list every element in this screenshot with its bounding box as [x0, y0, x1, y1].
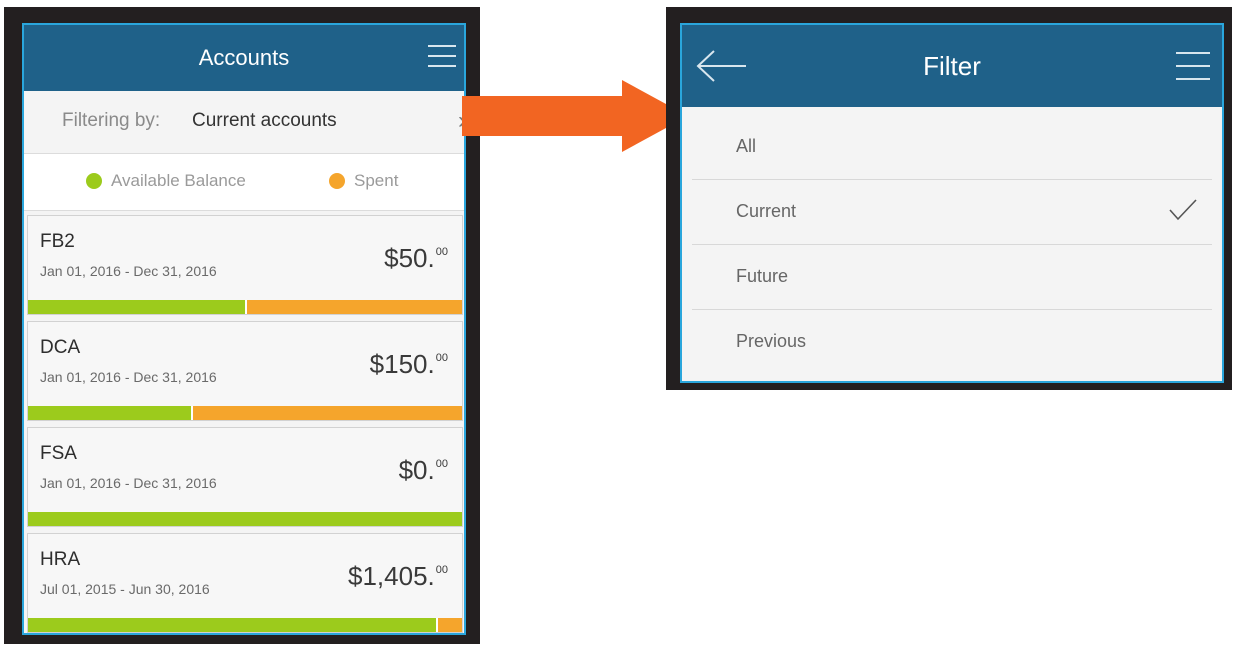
balance-bar	[28, 406, 462, 420]
spent-dot-icon	[329, 173, 345, 189]
account-name: HRA	[40, 549, 81, 570]
filter-screen: Filter All Current Future Previous	[680, 23, 1224, 383]
spent-segment	[190, 406, 462, 420]
filter-options: All Current Future Previous	[692, 115, 1212, 374]
spent-segment	[245, 300, 462, 314]
account-amount: $0.00	[398, 455, 448, 485]
accounts-nav-bar: Accounts	[24, 25, 464, 91]
legend-spent-label: Spent	[354, 171, 399, 190]
account-amount: $150.00	[369, 349, 448, 379]
available-dot-icon	[86, 173, 102, 189]
available-segment	[28, 512, 462, 526]
legend-spent: Spent	[329, 171, 398, 191]
accounts-screen: Accounts Filtering by: Current accounts …	[22, 23, 466, 635]
account-dates: Jul 01, 2015 - Jun 30, 2016	[40, 581, 210, 597]
balance-bar	[28, 300, 462, 314]
filter-option-label: Previous	[736, 331, 807, 351]
filter-nav-bar: Filter	[682, 25, 1222, 107]
account-amount: $50.00	[384, 243, 448, 273]
filter-option-future[interactable]: Future	[692, 245, 1212, 310]
balance-bar	[28, 512, 462, 526]
spent-segment	[435, 618, 462, 632]
account-dates: Jan 01, 2016 - Dec 31, 2016	[40, 475, 217, 491]
balance-bar	[28, 618, 462, 632]
account-card[interactable]: FB2 Jan 01, 2016 - Dec 31, 2016 $50.00	[27, 215, 463, 315]
filter-option-label: Future	[736, 266, 789, 286]
filter-bar[interactable]: Filtering by: Current accounts ›	[24, 91, 464, 154]
hamburger-icon[interactable]	[428, 45, 456, 67]
account-card[interactable]: DCA Jan 01, 2016 - Dec 31, 2016 $150.00	[27, 321, 463, 421]
filter-option-previous[interactable]: Previous	[692, 310, 1212, 374]
account-list: FB2 Jan 01, 2016 - Dec 31, 2016 $50.00 D…	[27, 215, 464, 633]
filter-label: Filtering by:	[62, 110, 161, 131]
hamburger-icon[interactable]	[1176, 52, 1210, 80]
filter-option-current[interactable]: Current	[692, 180, 1212, 245]
page-title: Accounts	[198, 45, 290, 70]
filter-value: Current accounts	[192, 110, 337, 131]
accounts-phone-frame: Accounts Filtering by: Current accounts …	[4, 7, 480, 644]
available-segment	[28, 300, 245, 314]
available-segment	[28, 406, 191, 420]
flow-arrow-icon	[462, 80, 688, 152]
legend-available: Available Balance	[86, 171, 246, 191]
page-title: Filter	[923, 51, 981, 81]
checkmark-icon	[1169, 199, 1197, 221]
account-amount: $1,405.00	[348, 561, 448, 591]
filter-option-label: Current	[736, 201, 797, 221]
filter-option-label: All	[736, 136, 757, 156]
account-dates: Jan 01, 2016 - Dec 31, 2016	[40, 369, 217, 385]
account-dates: Jan 01, 2016 - Dec 31, 2016	[40, 263, 217, 279]
account-name: FB2	[40, 231, 75, 252]
account-card[interactable]: FSA Jan 01, 2016 - Dec 31, 2016 $0.00	[27, 427, 463, 527]
filter-phone-frame: Filter All Current Future Previous	[666, 7, 1232, 390]
account-card[interactable]: HRA Jul 01, 2015 - Jun 30, 2016 $1,405.0…	[27, 533, 463, 633]
account-name: FSA	[40, 443, 77, 464]
filter-option-all[interactable]: All	[692, 115, 1212, 180]
legend-available-label: Available Balance	[111, 171, 246, 190]
legend: Available Balance Spent	[24, 154, 464, 211]
available-segment	[28, 618, 436, 632]
account-name: DCA	[40, 337, 81, 358]
